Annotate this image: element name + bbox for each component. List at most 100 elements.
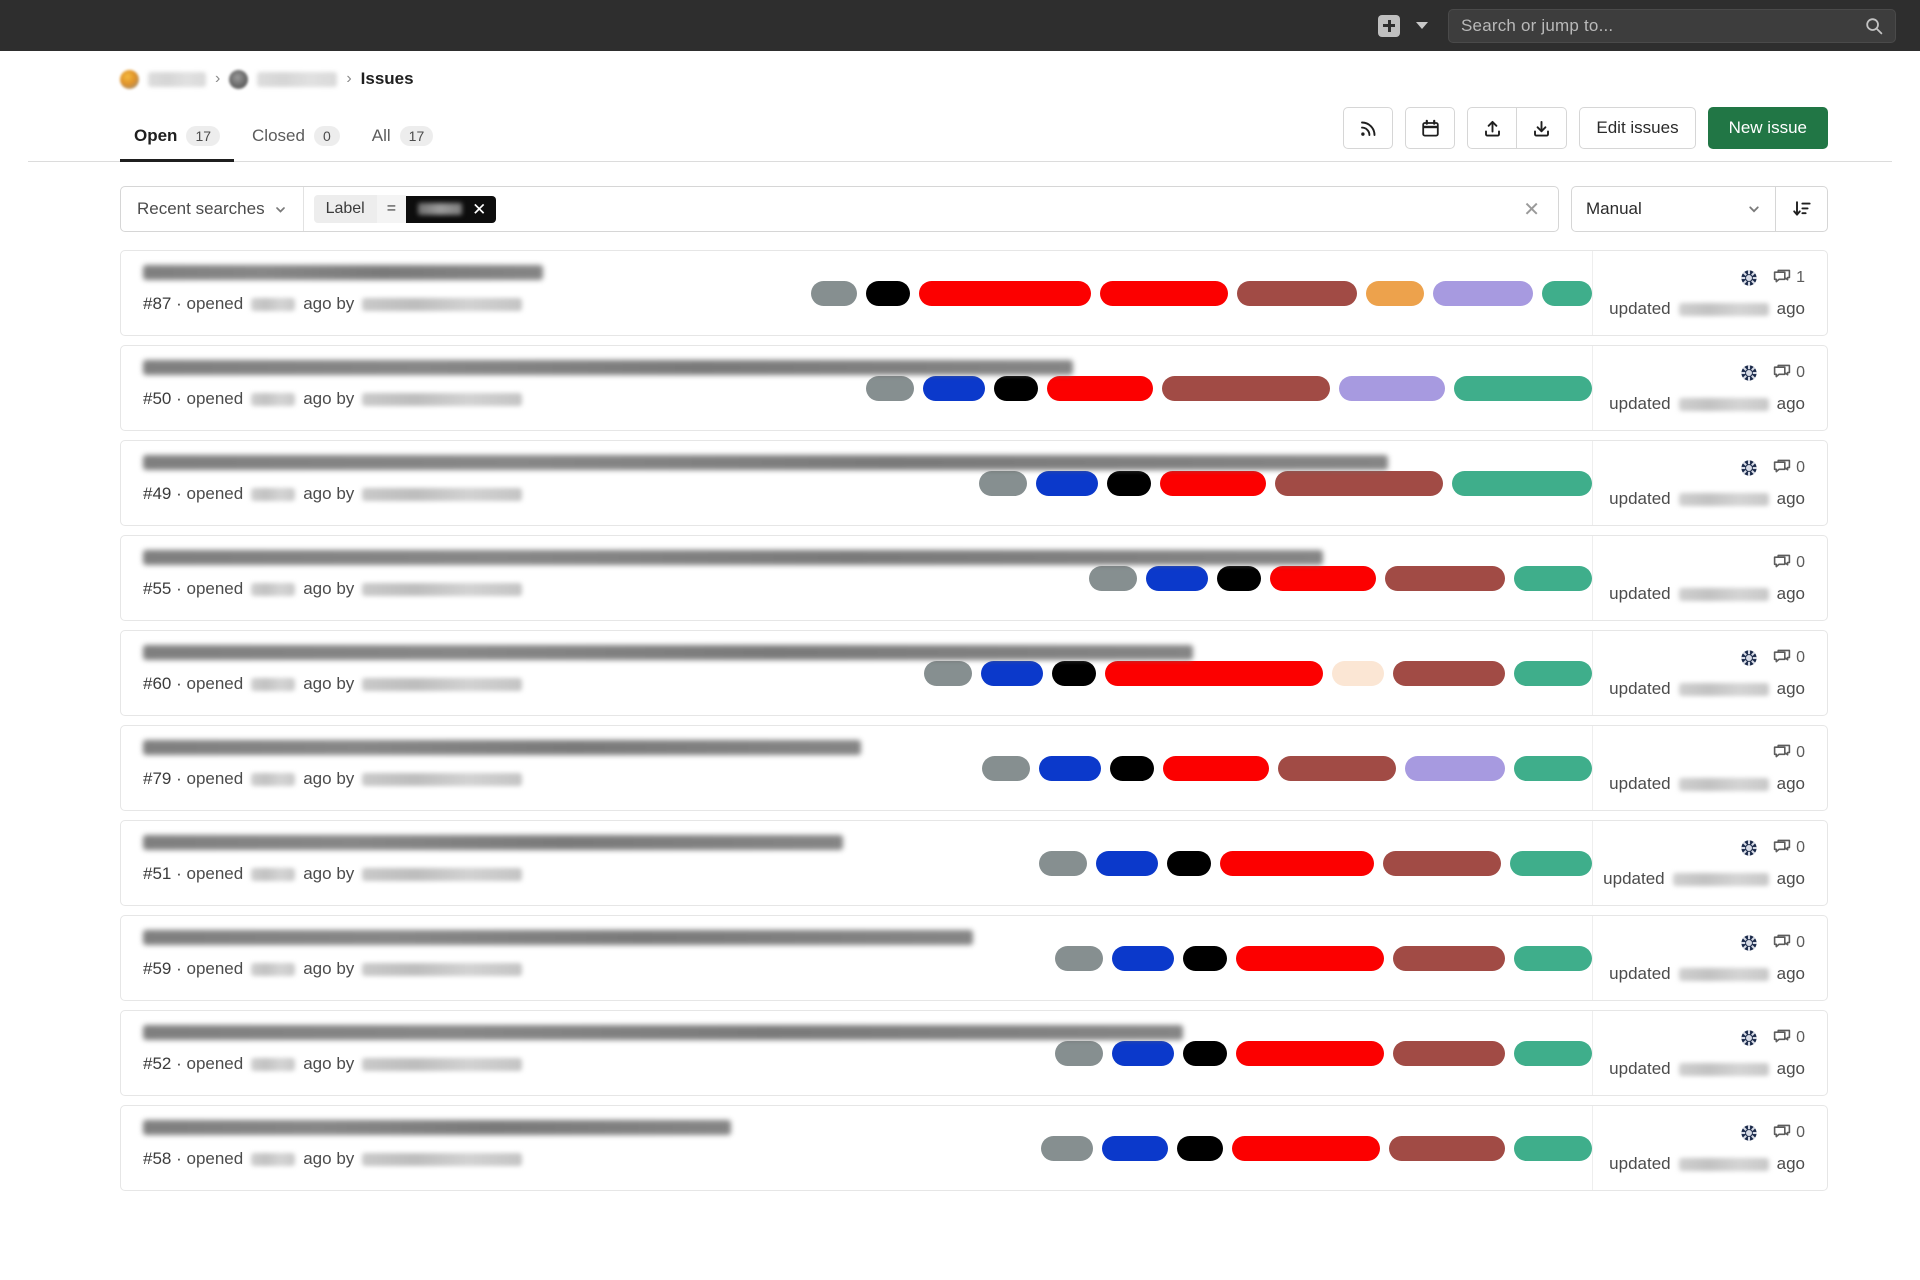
issue-label-chip[interactable] [1514, 1135, 1592, 1161]
issue-label-chip[interactable] [1100, 280, 1228, 306]
issue-number[interactable]: #79 [143, 769, 171, 789]
issue-author[interactable] [362, 392, 523, 406]
issue-comment-count[interactable]: 0 [1773, 1029, 1805, 1047]
issue-label-chip[interactable] [1514, 1040, 1592, 1066]
issue-label-chip[interactable] [1366, 280, 1424, 306]
issue-label-chip[interactable] [1220, 850, 1374, 876]
issue-label-chip[interactable] [1112, 1040, 1174, 1066]
tab-closed[interactable]: Closed 0 [238, 116, 354, 162]
chevron-down-icon[interactable] [1416, 22, 1428, 29]
issue-title-link[interactable] [143, 550, 1323, 565]
issue-comment-count[interactable]: 0 [1773, 554, 1805, 572]
issue-label-chip[interactable] [1160, 470, 1266, 496]
issue-label-chip[interactable] [1055, 945, 1103, 971]
issue-comment-count[interactable]: 0 [1773, 649, 1805, 667]
issue-label-chip[interactable] [1275, 470, 1443, 496]
issue-label-chip[interactable] [1514, 565, 1592, 591]
issue-title-link[interactable] [143, 930, 973, 945]
issue-label-chip[interactable] [1110, 755, 1154, 781]
issue-row[interactable]: #50 · opened ago by 0 updated ago [120, 345, 1828, 431]
filter-token-area[interactable]: Label = ✕ [304, 187, 1506, 231]
issue-label-chip[interactable] [919, 280, 1091, 306]
issue-label-chip[interactable] [1332, 660, 1384, 686]
recent-searches-dropdown[interactable]: Recent searches [121, 187, 304, 231]
filter-token-label[interactable]: Label = ✕ [313, 194, 497, 224]
issue-label-chip[interactable] [1183, 945, 1227, 971]
issue-label-chip[interactable] [1278, 755, 1396, 781]
issue-label-chip[interactable] [1514, 660, 1592, 686]
issue-label-chip[interactable] [981, 660, 1043, 686]
issue-label-chip[interactable] [1183, 1040, 1227, 1066]
filter-token-value[interactable]: ✕ [406, 195, 497, 223]
issue-author[interactable] [362, 962, 523, 976]
filtered-search-input[interactable]: Recent searches Label = ✕ ✕ [120, 186, 1559, 232]
issue-label-chip[interactable] [1270, 565, 1376, 591]
issue-title-link[interactable] [143, 455, 1388, 470]
issue-label-chip[interactable] [1236, 945, 1384, 971]
issue-label-chip[interactable] [811, 280, 857, 306]
issue-title-link[interactable] [143, 740, 861, 755]
issue-label-chip[interactable] [1433, 280, 1533, 306]
subscribe-rss-button[interactable] [1343, 107, 1394, 149]
issue-label-chip[interactable] [1162, 375, 1330, 401]
issue-label-chip[interactable] [994, 375, 1038, 401]
issue-row[interactable]: #55 · opened ago by 0 updated ago [120, 535, 1828, 621]
issue-label-chip[interactable] [1052, 660, 1096, 686]
issue-title-link[interactable] [143, 1120, 731, 1135]
breadcrumb-item-project[interactable] [257, 71, 338, 87]
calendar-feed-button[interactable] [1405, 107, 1456, 149]
sort-direction-button[interactable] [1776, 186, 1828, 232]
issue-label-chip[interactable] [979, 470, 1027, 496]
issue-label-chip[interactable] [1236, 1040, 1384, 1066]
issue-label-chip[interactable] [1146, 565, 1208, 591]
issue-label-chip[interactable] [1039, 850, 1087, 876]
tab-all[interactable]: All 17 [358, 116, 447, 162]
issue-author[interactable] [362, 297, 523, 311]
issue-label-chip[interactable] [1096, 850, 1158, 876]
issue-row[interactable]: #87 · opened ago by 1 updated ago [120, 250, 1828, 336]
close-icon[interactable]: ✕ [472, 201, 486, 218]
issue-label-chip[interactable] [1163, 755, 1269, 781]
edit-issues-button[interactable]: Edit issues [1579, 107, 1696, 149]
issue-row[interactable]: #60 · opened ago by 0 updated ago [120, 630, 1828, 716]
issue-row[interactable]: #49 · opened ago by 0 updated ago [120, 440, 1828, 526]
issue-label-chip[interactable] [1237, 280, 1357, 306]
sort-by-select[interactable]: Manual [1571, 186, 1776, 232]
global-search-input[interactable]: Search or jump to... [1448, 8, 1896, 43]
issue-label-chip[interactable] [1089, 565, 1137, 591]
issue-comment-count[interactable]: 0 [1773, 364, 1805, 382]
issue-label-chip[interactable] [1514, 755, 1592, 781]
issue-author[interactable] [362, 867, 523, 881]
issue-label-chip[interactable] [1542, 280, 1592, 306]
issue-label-chip[interactable] [923, 375, 985, 401]
issue-comment-count[interactable]: 0 [1773, 839, 1805, 857]
issue-row[interactable]: #52 · opened ago by 0 updated ago [120, 1010, 1828, 1096]
issue-comment-count[interactable]: 0 [1773, 744, 1805, 762]
issue-author[interactable] [362, 1057, 523, 1071]
issue-label-chip[interactable] [1112, 945, 1174, 971]
issue-label-chip[interactable] [1232, 1135, 1380, 1161]
issue-author[interactable] [362, 582, 523, 596]
issue-label-chip[interactable] [1452, 470, 1592, 496]
issue-author[interactable] [362, 1152, 523, 1166]
issue-label-chip[interactable] [924, 660, 972, 686]
issue-title-link[interactable] [143, 265, 543, 280]
issue-label-chip[interactable] [1454, 375, 1592, 401]
issue-number[interactable]: #58 [143, 1149, 171, 1169]
issue-label-chip[interactable] [1393, 945, 1505, 971]
issue-title-link[interactable] [143, 645, 1193, 660]
issue-label-chip[interactable] [1039, 755, 1101, 781]
upload-import-button[interactable] [1467, 107, 1518, 149]
issue-author[interactable] [362, 487, 523, 501]
issue-title-link[interactable] [143, 360, 1073, 375]
issue-label-chip[interactable] [1510, 850, 1592, 876]
issue-number[interactable]: #87 [143, 294, 171, 314]
issue-comment-count[interactable]: 1 [1773, 269, 1805, 287]
issue-label-chip[interactable] [1047, 375, 1153, 401]
issue-comment-count[interactable]: 0 [1773, 1124, 1805, 1142]
issue-number[interactable]: #59 [143, 959, 171, 979]
issue-label-chip[interactable] [1107, 470, 1151, 496]
issue-label-chip[interactable] [1385, 565, 1505, 591]
issue-label-chip[interactable] [1105, 660, 1323, 686]
issue-label-chip[interactable] [1514, 945, 1592, 971]
